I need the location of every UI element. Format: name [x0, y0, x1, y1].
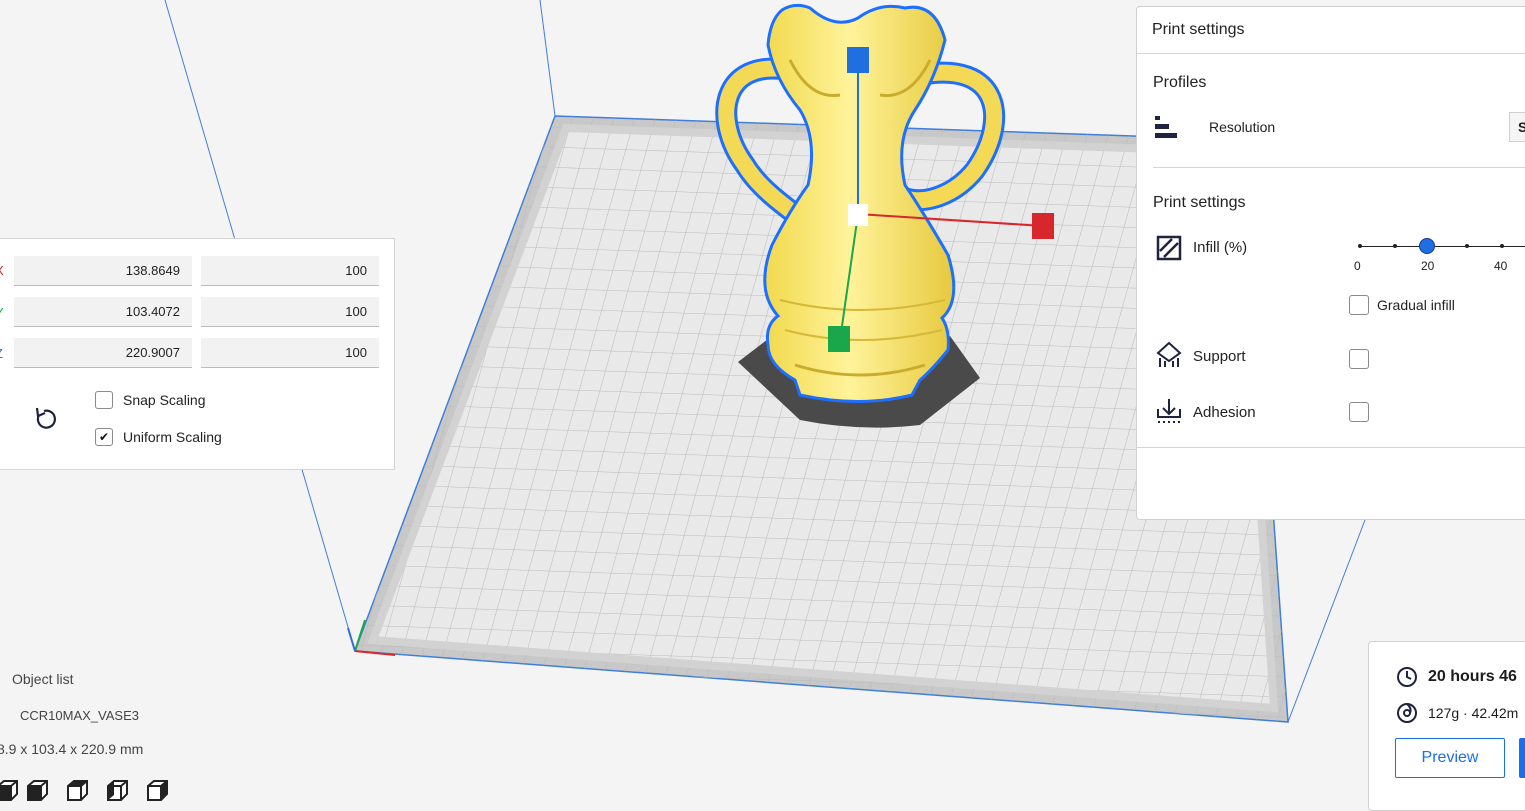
z-percent-field[interactable]: 100	[201, 338, 379, 368]
scale-handle-center[interactable]	[848, 204, 868, 226]
infill-icon	[1156, 235, 1182, 261]
view-right-button[interactable]	[144, 778, 170, 804]
view-3d-button[interactable]	[0, 778, 20, 804]
slider-tick	[1500, 244, 1504, 248]
view-top-button[interactable]	[64, 778, 90, 804]
support-label: Support	[1193, 348, 1246, 365]
z-size-field[interactable]: 220.9007	[14, 338, 192, 368]
scale-handle-y[interactable]	[828, 326, 850, 352]
support-checkbox[interactable]	[1349, 349, 1369, 369]
y-size-field[interactable]: 103.4072	[14, 297, 192, 327]
x-axis-label: X	[0, 263, 4, 278]
print-settings-title: Print settings	[1152, 21, 1245, 38]
snap-scaling-label: Snap Scaling	[123, 392, 206, 408]
y-axis-label: Y	[0, 305, 4, 320]
profiles-heading: Profiles	[1153, 74, 1207, 91]
view-front-button[interactable]	[24, 778, 50, 804]
job-specs-panel: 20 hours 46 127g · 42.42m Preview	[1368, 641, 1525, 811]
scale-handle-z[interactable]	[847, 47, 869, 73]
infill-label: Infill (%)	[1193, 239, 1248, 256]
uniform-scaling-label: Uniform Scaling	[123, 429, 222, 445]
gradual-infill-label: Gradual infill	[1377, 297, 1455, 313]
object-list-title[interactable]: Object list	[12, 671, 73, 687]
infill-slider[interactable]: 0 20 40	[1354, 235, 1525, 275]
spool-icon	[1397, 703, 1417, 723]
object-dimensions: 8.9 x 103.4 x 220.9 mm	[0, 741, 144, 757]
snap-scaling-checkbox[interactable]	[95, 391, 113, 409]
reset-icon[interactable]	[31, 405, 59, 433]
header-divider	[1137, 53, 1525, 54]
object-name: CCR10MAX_VASE3	[20, 708, 139, 723]
print-settings-panel: Print settings Profiles Resolution S Pri…	[1136, 6, 1525, 520]
tick-label-40: 40	[1494, 259, 1508, 273]
resolution-dropdown[interactable]: S	[1509, 112, 1525, 142]
profiles-divider	[1153, 167, 1525, 168]
uniform-scaling-checkbox[interactable]: ✔	[95, 428, 113, 446]
tick-label-20: 20	[1421, 259, 1435, 273]
preview-button[interactable]: Preview	[1395, 738, 1505, 778]
clock-icon	[1397, 667, 1417, 687]
print-settings-heading: Print settings	[1153, 194, 1246, 211]
settings-divider	[1137, 447, 1525, 448]
adhesion-label: Adhesion	[1193, 404, 1256, 421]
slider-tick	[1358, 244, 1362, 248]
x-percent-field[interactable]: 100	[201, 256, 379, 286]
x-size-field[interactable]: 138.8649	[14, 256, 192, 286]
slice-button[interactable]	[1519, 738, 1525, 778]
resolution-icon	[1155, 116, 1177, 138]
slider-tick	[1393, 244, 1397, 248]
scale-panel: X 138.8649 100 Y 103.4072 100 Z 220.9007…	[0, 238, 395, 470]
view-left-button[interactable]	[104, 778, 130, 804]
resolution-label: Resolution	[1209, 119, 1276, 135]
scale-handle-x[interactable]	[1032, 213, 1054, 239]
material-usage: 127g · 42.42m	[1428, 705, 1519, 721]
support-icon	[1156, 341, 1182, 367]
adhesion-icon	[1157, 399, 1181, 423]
gradual-infill-checkbox[interactable]	[1349, 295, 1369, 315]
adhesion-checkbox[interactable]	[1349, 402, 1369, 422]
y-percent-field[interactable]: 100	[201, 297, 379, 327]
infill-slider-handle[interactable]	[1419, 238, 1435, 254]
print-time: 20 hours 46	[1428, 668, 1517, 685]
z-axis-label: Z	[0, 346, 3, 361]
tick-label-0: 0	[1354, 259, 1361, 273]
slider-tick	[1465, 244, 1469, 248]
